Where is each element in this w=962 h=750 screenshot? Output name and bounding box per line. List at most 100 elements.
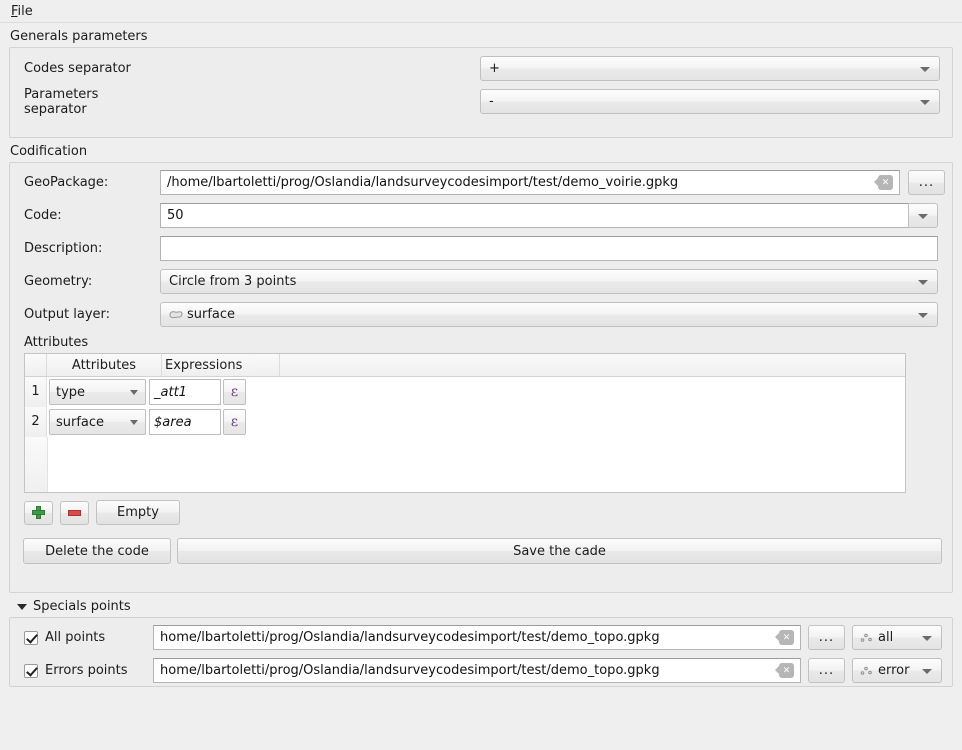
menu-file-label: ile <box>17 3 33 19</box>
menu-file[interactable]: File <box>8 3 36 20</box>
table-empty-body <box>48 437 905 492</box>
geopackage-row: GeoPackage: /home/lbartoletti/prog/Oslan… <box>10 166 952 199</box>
attribute-value: surface <box>56 414 105 430</box>
geometry-row: Geometry: Circle from 3 points <box>10 265 952 298</box>
clear-glyph: ✕ <box>782 666 791 676</box>
chevron-down-icon <box>17 603 27 610</box>
all-points-layer-combo[interactable]: all <box>852 625 942 650</box>
all-points-browse-button[interactable]: ... <box>808 625 845 650</box>
code-dropdown-button[interactable] <box>908 203 938 228</box>
code-input[interactable]: 50 <box>160 203 908 228</box>
parameters-separator-row: Parameters separator - <box>10 85 952 118</box>
chevron-down-icon <box>918 213 928 219</box>
chevron-down-icon <box>922 635 932 641</box>
remove-attribute-button[interactable] <box>60 500 89 525</box>
output-layer-combo[interactable]: surface <box>160 302 938 327</box>
output-layer-row: Output layer: surface <box>10 298 952 331</box>
generals-parameters-title: Generals parameters <box>10 29 148 44</box>
chevron-down-icon <box>918 312 928 318</box>
delete-code-button[interactable]: Delete the code <box>23 538 171 564</box>
save-code-button[interactable]: Save the cade <box>177 538 942 564</box>
table-row[interactable]: 2 surface $area ε <box>25 407 905 437</box>
description-input[interactable] <box>160 236 938 261</box>
table-corner-header <box>25 354 47 376</box>
point-layer-icon <box>860 633 872 642</box>
expression-builder-button[interactable]: ε <box>223 409 246 435</box>
errors-points-path-input[interactable]: home/lbartoletti/prog/Oslandia/landsurve… <box>153 658 801 683</box>
expression-input[interactable]: $area <box>149 409 221 435</box>
table-empty-gutter <box>25 437 48 492</box>
table-empty-area <box>25 437 905 492</box>
table-row[interactable]: 1 type _att1 ε <box>25 377 905 407</box>
column-header-attributes[interactable]: Attributes <box>47 354 162 376</box>
clear-glyph: ✕ <box>782 633 791 643</box>
clear-icon[interactable]: ✕ <box>874 175 893 190</box>
code-combo[interactable]: 50 <box>160 203 938 228</box>
plus-icon <box>32 506 45 519</box>
output-layer-value: surface <box>187 307 236 322</box>
all-points-path-value: home/lbartoletti/prog/Oslandia/landsurve… <box>160 630 660 645</box>
specials-points-group: Specials points All points home/lbartole… <box>9 593 953 687</box>
attribute-combo[interactable]: type <box>49 379 146 405</box>
geopackage-input[interactable]: /home/lbartoletti/prog/Oslandia/landsurv… <box>160 170 900 195</box>
attribute-combo[interactable]: surface <box>49 409 146 435</box>
attributes-table[interactable]: Attributes Expressions 1 type _att1 ε 2 <box>24 353 906 493</box>
chevron-down-icon <box>922 668 932 674</box>
row-number: 1 <box>25 377 47 407</box>
codes-separator-label: Codes separator <box>24 61 131 76</box>
code-value: 50 <box>167 208 184 223</box>
expression-input[interactable]: _att1 <box>149 379 221 405</box>
menu-bar: File <box>0 0 962 23</box>
codes-separator-row: Codes separator + <box>10 52 952 85</box>
chevron-down-icon <box>920 66 930 72</box>
description-row: Description: <box>10 232 952 265</box>
codification-group: Codification GeoPackage: /home/lbartolet… <box>9 138 953 593</box>
codification-body: GeoPackage: /home/lbartoletti/prog/Oslan… <box>9 162 953 593</box>
add-attribute-button[interactable] <box>24 500 53 525</box>
errors-points-checkbox[interactable] <box>24 663 38 678</box>
output-layer-label: Output layer: <box>24 307 111 322</box>
errors-points-path-value: home/lbartoletti/prog/Oslandia/landsurve… <box>160 663 660 678</box>
column-header-expressions[interactable]: Expressions <box>162 354 280 376</box>
polygon-layer-icon <box>169 310 183 318</box>
expression-value: $area <box>154 414 192 430</box>
parameters-separator-value: - <box>489 94 494 109</box>
attributes-toolbar: Empty <box>24 500 952 525</box>
parameters-separator-combo[interactable]: - <box>480 89 940 114</box>
geopackage-label: GeoPackage: <box>24 175 109 190</box>
errors-points-label-group: Errors points <box>10 663 153 678</box>
geopackage-value: /home/lbartoletti/prog/Oslandia/landsurv… <box>167 175 679 190</box>
expression-builder-button[interactable]: ε <box>223 379 246 405</box>
clear-icon[interactable]: ✕ <box>775 630 794 645</box>
specials-points-body: All points home/lbartoletti/prog/Oslandi… <box>9 617 953 687</box>
generals-parameters-body: Codes separator + Parameters separator - <box>9 47 953 138</box>
all-points-label-group: All points <box>10 630 153 645</box>
all-points-path-input[interactable]: home/lbartoletti/prog/Oslandia/landsurve… <box>153 625 801 650</box>
attributes-section: Attributes Attributes Expressions 1 type… <box>24 335 952 525</box>
code-row: Code: 50 <box>10 199 952 232</box>
clear-icon[interactable]: ✕ <box>775 663 794 678</box>
errors-points-browse-button[interactable]: ... <box>808 658 845 683</box>
all-points-layer-value: all <box>878 630 894 645</box>
attribute-value: type <box>56 384 86 400</box>
chevron-down-icon <box>130 390 138 395</box>
clear-glyph: ✕ <box>881 178 890 188</box>
codes-separator-combo[interactable]: + <box>480 56 940 81</box>
geometry-label: Geometry: <box>24 274 93 289</box>
all-points-checkbox[interactable] <box>24 630 38 645</box>
errors-points-layer-combo[interactable]: error <box>852 658 942 683</box>
geopackage-browse-button[interactable]: ... <box>908 170 945 195</box>
errors-points-label: Errors points <box>45 663 128 678</box>
empty-attributes-button[interactable]: Empty <box>96 500 180 525</box>
geometry-combo[interactable]: Circle from 3 points <box>160 269 938 294</box>
specials-points-header[interactable]: Specials points <box>9 593 953 617</box>
chevron-down-icon <box>918 279 928 285</box>
all-points-row: All points home/lbartoletti/prog/Oslandi… <box>10 621 952 654</box>
specials-points-title: Specials points <box>33 599 131 614</box>
code-actions: Delete the code Save the cade <box>23 538 942 564</box>
row-number: 2 <box>25 407 47 437</box>
attributes-title: Attributes <box>24 335 89 350</box>
generals-parameters-group: Generals parameters Codes separator + Pa… <box>9 23 953 138</box>
codes-separator-value: + <box>489 61 500 76</box>
parameters-separator-label: Parameters separator <box>24 86 99 117</box>
